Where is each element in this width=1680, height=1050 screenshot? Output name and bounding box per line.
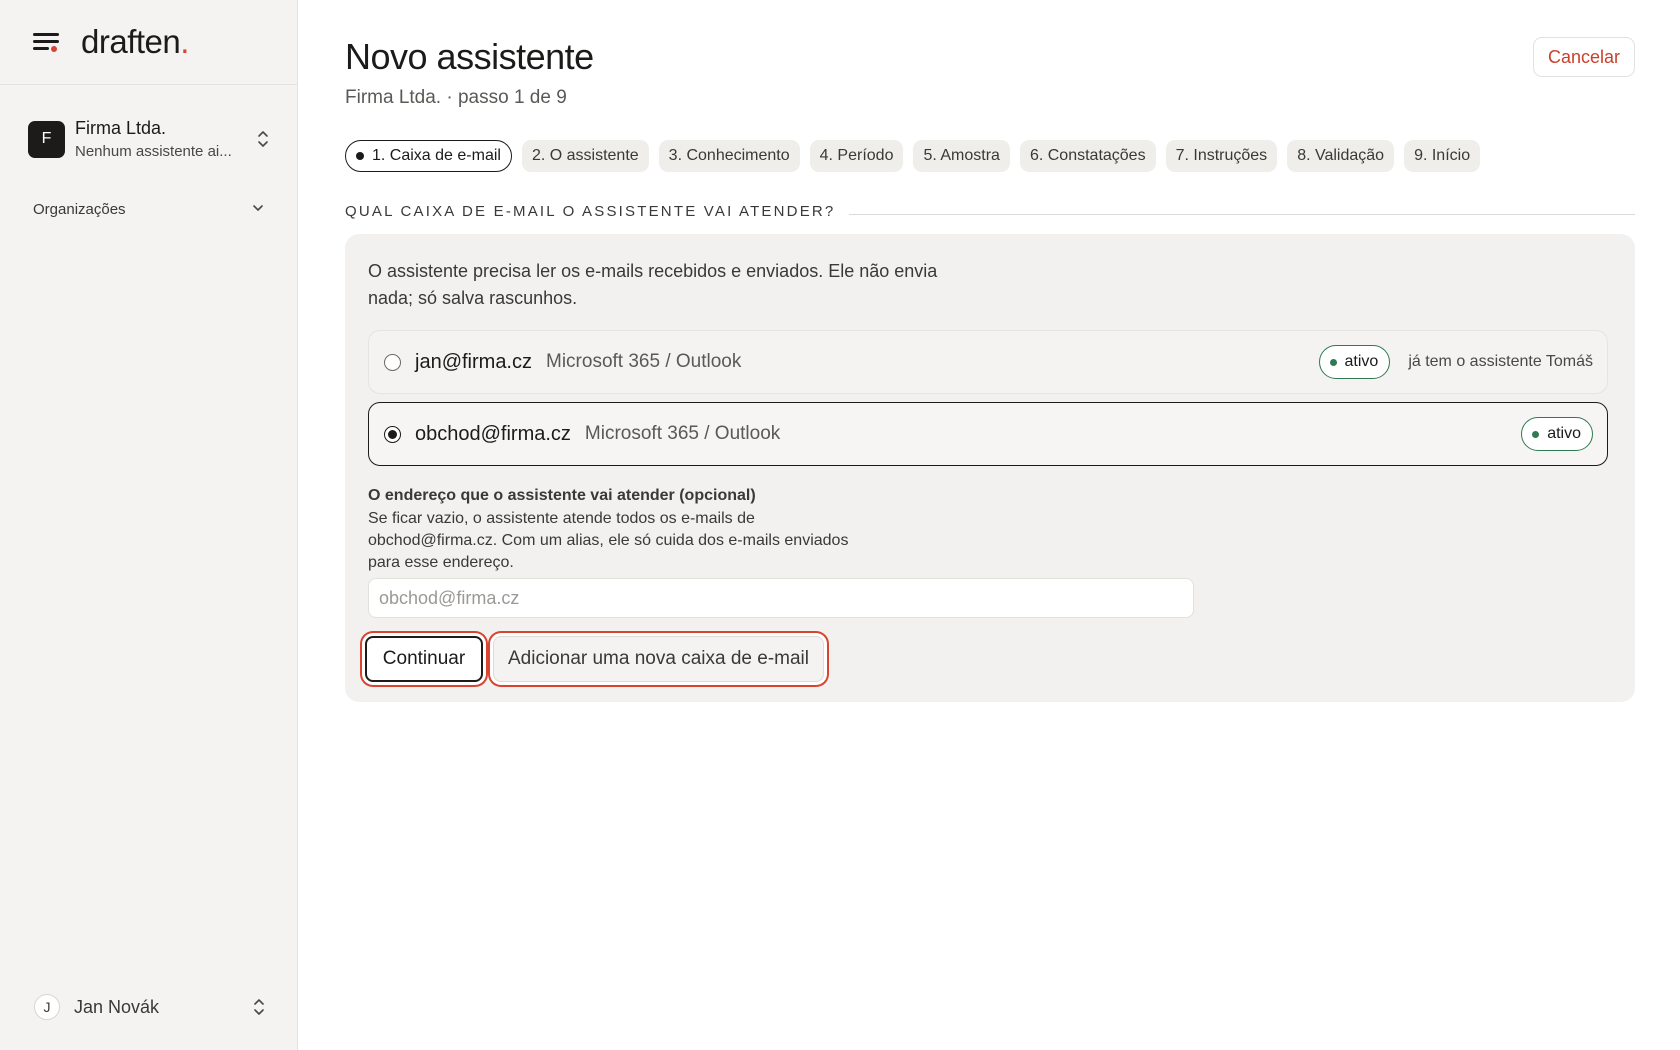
- status-dot-icon: [1532, 430, 1540, 438]
- menu-icon[interactable]: [33, 31, 59, 53]
- page-subtitle: Firma Ltda. · passo 1 de 9: [345, 87, 567, 108]
- org-name: Firma Ltda.: [75, 118, 167, 138]
- chevron-up-down-icon: [256, 129, 270, 149]
- mailbox-provider: Microsoft 365 / Outlook: [584, 423, 781, 444]
- step-assistant[interactable]: 2. O assistente: [521, 140, 649, 172]
- mailbox-note: já tem o assistente Tomáš: [1408, 353, 1593, 370]
- user-switcher[interactable]: J Jan Novák: [34, 994, 266, 1020]
- org-subtitle: Nenhum assistente ai...: [75, 143, 232, 160]
- radio-button[interactable]: [384, 353, 401, 371]
- page-title: Novo assistente: [345, 36, 594, 77]
- alias-field-help: Se ficar vazio, o assistente atende todo…: [368, 510, 849, 571]
- organizations-section-toggle[interactable]: Organizações: [33, 200, 265, 218]
- step-mailbox[interactable]: 1. Caixa de e-mail: [345, 140, 512, 172]
- radio-button-checked[interactable]: [384, 425, 401, 443]
- section-header: QUAL CAIXA DE E-MAIL O ASSISTENTE VAI AT…: [345, 203, 1635, 220]
- mailbox-provider: Microsoft 365 / Outlook: [546, 351, 742, 372]
- status-badge: ativo: [1521, 417, 1593, 451]
- sidebar: draften. F Firma Ltda. Nenhum assistente…: [0, 0, 298, 1050]
- section-title: QUAL CAIXA DE E-MAIL O ASSISTENTE VAI AT…: [345, 203, 836, 220]
- panel-description: O assistente precisa ler os e-mails rece…: [368, 261, 938, 308]
- chevron-down-icon: [251, 200, 265, 218]
- mailbox-panel: O assistente precisa ler os e-mails rece…: [345, 234, 1635, 702]
- step-start[interactable]: 9. Início: [1404, 140, 1481, 172]
- alias-input[interactable]: [368, 578, 1194, 618]
- org-switcher[interactable]: F Firma Ltda. Nenhum assistente ai...: [28, 116, 270, 162]
- wizard-steps: 1. Caixa de e-mail 2. O assistente 3. Co…: [345, 140, 1481, 172]
- step-findings[interactable]: 6. Constatações: [1019, 140, 1156, 172]
- organizations-label: Organizações: [33, 200, 126, 218]
- continue-button[interactable]: Continuar: [365, 636, 483, 682]
- brand-bar: draften.: [0, 0, 297, 85]
- mailbox-address: obchod@firma.cz: [415, 422, 571, 445]
- add-mailbox-button[interactable]: Adicionar uma nova caixa de e-mail: [493, 636, 824, 682]
- user-avatar: J: [34, 994, 60, 1020]
- mailbox-option-selected[interactable]: obchod@firma.cz Microsoft 365 / Outlook …: [368, 402, 1608, 466]
- logo[interactable]: draften.: [81, 23, 189, 61]
- chevron-up-down-icon: [252, 997, 266, 1017]
- alias-field-label: O endereço que o assistente vai atender …: [368, 487, 756, 504]
- cancel-button[interactable]: Cancelar: [1532, 37, 1635, 77]
- step-knowledge[interactable]: 3. Conhecimento: [658, 140, 800, 172]
- org-avatar: F: [28, 120, 65, 158]
- status-badge: ativo: [1318, 345, 1391, 379]
- active-step-dot-icon: [356, 152, 364, 160]
- status-dot-icon: [1329, 358, 1337, 366]
- divider: [849, 214, 1635, 215]
- step-validation[interactable]: 8. Validação: [1287, 140, 1395, 172]
- mailbox-address: jan@firma.cz: [415, 350, 532, 373]
- step-instructions[interactable]: 7. Instruções: [1165, 140, 1278, 172]
- step-sample[interactable]: 5. Amostra: [913, 140, 1010, 172]
- step-period[interactable]: 4. Período: [809, 140, 904, 172]
- mailbox-option[interactable]: jan@firma.cz Microsoft 365 / Outlook ati…: [368, 330, 1608, 394]
- user-name: Jan Novák: [74, 996, 160, 1017]
